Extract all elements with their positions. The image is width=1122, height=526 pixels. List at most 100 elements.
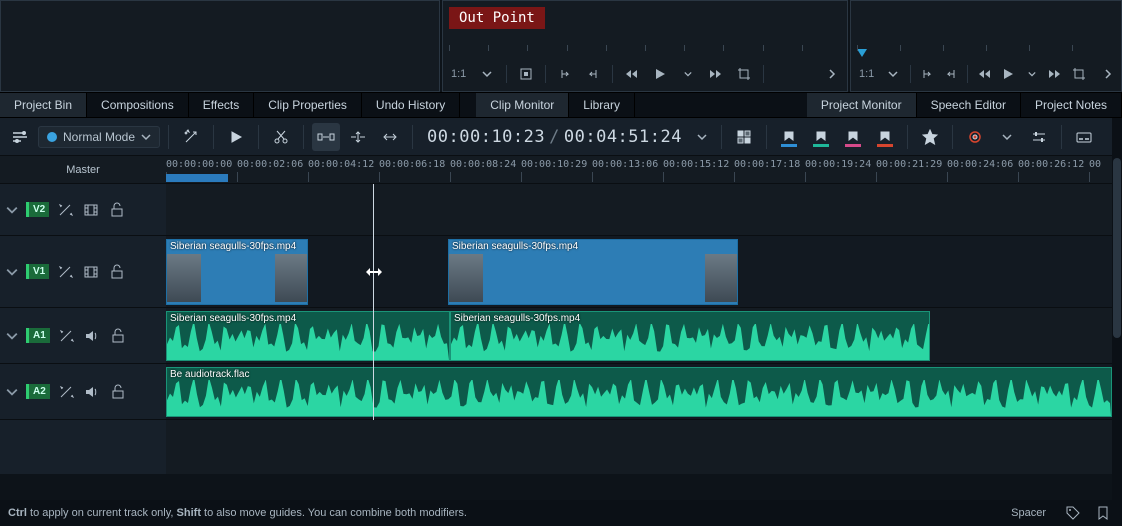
chevron-right-icon[interactable]	[1100, 63, 1117, 85]
lock-icon[interactable]	[107, 262, 127, 282]
favorite-icon[interactable]	[916, 123, 944, 151]
bookmark-icon[interactable]	[1092, 502, 1114, 524]
tab-project-monitor[interactable]: Project Monitor	[807, 93, 917, 117]
chevron-down-icon[interactable]	[6, 266, 20, 278]
chevron-down-icon[interactable]	[993, 123, 1021, 151]
project-monitor-panel: 1:1	[850, 0, 1122, 92]
tab-clip-monitor[interactable]: Clip Monitor	[476, 93, 569, 117]
tab-library[interactable]: Library	[569, 93, 635, 117]
chevron-right-icon[interactable]	[821, 63, 843, 85]
master-label[interactable]: Master	[0, 156, 166, 183]
set-in-icon[interactable]	[919, 63, 936, 85]
tab-effects[interactable]: Effects	[189, 93, 254, 117]
tab-project-bin[interactable]: Project Bin	[0, 93, 87, 117]
timeline-zone[interactable]	[166, 174, 228, 182]
clip[interactable]: Siberian seagulls-30fps.mp4	[450, 311, 930, 361]
marker-red-icon[interactable]	[871, 123, 899, 151]
ruler-tick: 00:00:04:12	[308, 159, 374, 170]
fast-forward-icon[interactable]	[1047, 63, 1064, 85]
tab-speech-editor[interactable]: Speech Editor	[917, 93, 1021, 117]
grid-icon[interactable]	[730, 123, 758, 151]
proj-zoom-label[interactable]: 1:1	[855, 68, 878, 80]
chevron-down-icon[interactable]	[6, 386, 20, 398]
fx-icon[interactable]	[55, 200, 75, 220]
crop-icon[interactable]	[1070, 63, 1087, 85]
track-lane-v2[interactable]	[166, 184, 1122, 236]
speaker-icon[interactable]	[82, 326, 102, 346]
timeline-ruler[interactable]: 00:00:00:0000:00:02:0600:00:04:1200:00:0…	[166, 156, 1122, 183]
cut-icon[interactable]	[267, 123, 295, 151]
overwrite-icon[interactable]	[376, 123, 404, 151]
ruler-tick: 00:00:00:00	[166, 159, 232, 170]
clip[interactable]: Siberian seagulls-30fps.mp4	[448, 239, 738, 305]
fx-icon[interactable]	[56, 382, 76, 402]
ruler-tick: 00:00:26:12	[1018, 159, 1084, 170]
play-icon[interactable]	[222, 123, 250, 151]
rewind-icon[interactable]	[976, 63, 993, 85]
insert-icon[interactable]	[344, 123, 372, 151]
chevron-down-icon[interactable]	[884, 63, 901, 85]
tab-clip-properties[interactable]: Clip Properties	[254, 93, 362, 117]
track-label[interactable]: V1	[26, 264, 49, 279]
rewind-icon[interactable]	[621, 63, 643, 85]
clip-zoom-label[interactable]: 1:1	[447, 68, 470, 80]
settings-icon[interactable]	[6, 123, 34, 151]
tab-project-notes[interactable]: Project Notes	[1021, 93, 1122, 117]
edit-mode-select[interactable]: Normal Mode	[38, 126, 160, 148]
waveform	[451, 324, 929, 360]
clip[interactable]: Siberian seagulls-30fps.mp4	[166, 311, 450, 361]
in-point-icon[interactable]	[515, 63, 537, 85]
track-label[interactable]: A2	[26, 384, 50, 399]
magic-wand-icon[interactable]	[177, 123, 205, 151]
set-out-icon[interactable]	[942, 63, 959, 85]
lock-icon[interactable]	[107, 200, 127, 220]
clip[interactable]: Be audiotrack.flac	[166, 367, 1112, 417]
track-label[interactable]: V2	[26, 202, 49, 217]
spacer-tool-icon[interactable]	[312, 123, 340, 151]
marker-blue-icon[interactable]	[775, 123, 803, 151]
set-out-icon[interactable]	[582, 63, 604, 85]
clip-label: Be audiotrack.flac	[170, 369, 250, 380]
chevron-down-icon[interactable]	[6, 330, 20, 342]
clip-thumbnail	[275, 254, 308, 302]
clip-monitor-ruler[interactable]	[449, 39, 841, 57]
clip-thumbnail	[705, 254, 738, 302]
tag-icon[interactable]	[1062, 502, 1084, 524]
marker-pink-icon[interactable]	[839, 123, 867, 151]
crop-icon[interactable]	[733, 63, 755, 85]
vertical-scrollbar[interactable]	[1112, 118, 1122, 500]
film-icon[interactable]	[81, 262, 101, 282]
subtitle-icon[interactable]	[1070, 123, 1098, 151]
chevron-down-icon[interactable]	[677, 63, 699, 85]
ruler-tick: 00:00:13:06	[592, 159, 658, 170]
chevron-down-icon[interactable]	[6, 204, 20, 216]
fx-icon[interactable]	[56, 326, 76, 346]
marker-teal-icon[interactable]	[807, 123, 835, 151]
spacer-tool-label[interactable]: Spacer	[1003, 504, 1054, 522]
project-monitor-ruler[interactable]	[857, 39, 1115, 57]
record-icon[interactable]	[961, 123, 989, 151]
clip-label: Siberian seagulls-30fps.mp4	[454, 313, 580, 324]
tab-compositions[interactable]: Compositions	[87, 93, 189, 117]
fx-icon[interactable]	[55, 262, 75, 282]
timecode-display[interactable]: 00:00:10:23/00:04:51:24	[421, 127, 713, 147]
lock-icon[interactable]	[108, 382, 128, 402]
chevron-down-icon[interactable]	[1023, 63, 1040, 85]
chevron-down-icon[interactable]	[476, 63, 498, 85]
lock-icon[interactable]	[108, 326, 128, 346]
play-icon[interactable]	[649, 63, 671, 85]
film-icon[interactable]	[81, 200, 101, 220]
clip[interactable]: Siberian seagulls-30fps.mp4	[166, 239, 308, 305]
tracks-content[interactable]: Siberian seagulls-30fps.mp4 Siberian seag…	[166, 184, 1122, 474]
play-icon[interactable]	[1000, 63, 1017, 85]
tab-undo-history[interactable]: Undo History	[362, 93, 460, 117]
sliders-icon[interactable]	[1025, 123, 1053, 151]
out-point-badge: Out Point	[449, 7, 545, 29]
clip-thumbnail	[449, 254, 483, 302]
track-label[interactable]: A1	[26, 328, 50, 343]
clip-label: Siberian seagulls-30fps.mp4	[170, 241, 296, 252]
set-in-icon[interactable]	[554, 63, 576, 85]
track-head-a1: A1	[0, 308, 166, 364]
speaker-icon[interactable]	[82, 382, 102, 402]
fast-forward-icon[interactable]	[705, 63, 727, 85]
